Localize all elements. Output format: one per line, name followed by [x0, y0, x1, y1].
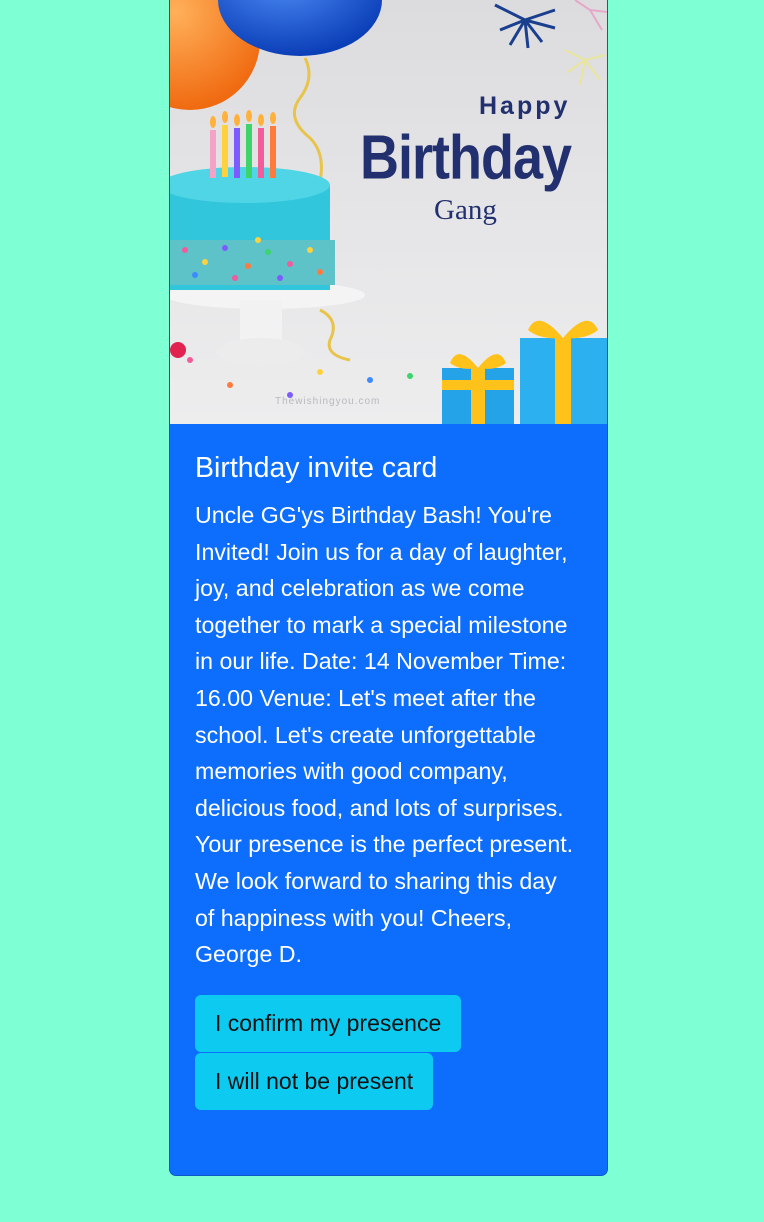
image-watermark: Thewishingyou.com	[275, 396, 381, 407]
birthday-illustration	[170, 0, 607, 424]
invite-card: Happy Birthday Gang Thewishingyou.com Bi…	[169, 0, 608, 1176]
card-body: Birthday invite card Uncle GG'ys Birthda…	[170, 424, 607, 1110]
birthday-image: Happy Birthday Gang Thewishingyou.com	[170, 0, 607, 424]
confirm-presence-button[interactable]: I confirm my presence	[195, 994, 462, 1052]
decline-presence-button[interactable]: I will not be present	[195, 1052, 434, 1110]
card-title: Birthday invite card	[195, 452, 438, 484]
image-word-birthday: Birthday	[360, 123, 572, 193]
card-text: Uncle GG'ys Birthday Bash! You're Invite…	[195, 502, 574, 968]
image-word-happy: Happy	[479, 92, 571, 120]
image-word-gang: Gang	[434, 194, 497, 226]
